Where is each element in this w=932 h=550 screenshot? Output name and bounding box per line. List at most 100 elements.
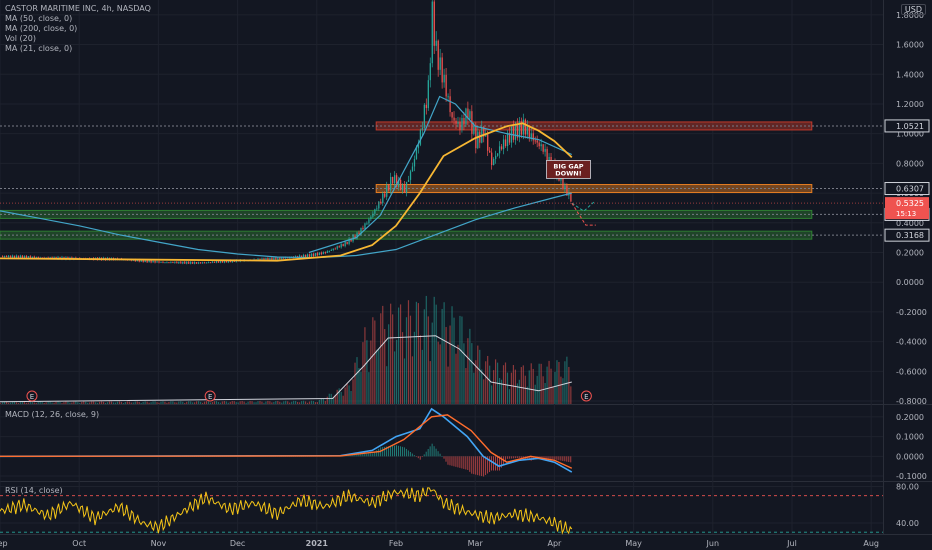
candle-body [453, 117, 455, 121]
volume-bar [443, 302, 445, 404]
volume-bar [318, 399, 320, 404]
macd-histogram-bar [552, 456, 554, 460]
volume-bar [184, 402, 186, 404]
volume-bar [405, 317, 408, 404]
candle-body [207, 262, 210, 264]
macd-histogram-bar [570, 456, 572, 463]
volume-bar [227, 402, 229, 404]
candle-body [496, 153, 499, 156]
macd-histogram-bar [453, 456, 455, 467]
candle-body [524, 119, 526, 135]
volume-bar [253, 402, 255, 404]
volume-bar [146, 401, 148, 404]
candle-body [423, 104, 426, 128]
volume-bar [295, 400, 297, 404]
candle-body [186, 261, 188, 264]
macd-histogram-bar [506, 456, 508, 459]
candle-body [534, 140, 536, 142]
candle-body [439, 57, 441, 70]
volume-bar [439, 344, 441, 404]
volume-bar [461, 316, 463, 404]
candle-body [174, 261, 176, 263]
volume-bar [382, 305, 384, 404]
macd-histogram-bar [479, 456, 481, 476]
volume-bar [211, 402, 214, 404]
volume-bar [540, 363, 542, 404]
volume-bar [372, 317, 374, 404]
volume-bar [360, 371, 362, 404]
volume-bar [15, 402, 18, 404]
price-axis-tick-label: 0.2000 [896, 249, 924, 258]
last-price-label: 0.5325 [896, 199, 924, 208]
candle-body [320, 252, 323, 255]
candle-body [530, 133, 532, 138]
volume-bar [112, 402, 115, 404]
volume-bar [489, 365, 491, 404]
currency-tag[interactable]: USD [900, 4, 926, 15]
volume-bar [164, 401, 166, 404]
volume-bar [293, 400, 295, 404]
volume-bar [298, 402, 301, 404]
candle-body [304, 254, 307, 258]
volume-bar [170, 401, 172, 404]
volume-bar [65, 401, 67, 404]
volume-bar [493, 370, 495, 404]
ma21-line [308, 95, 573, 254]
candle-body [455, 120, 457, 124]
volume-bar [0, 403, 2, 404]
candle-body [376, 208, 378, 210]
price-axis-tick-label: 1.2000 [896, 100, 924, 109]
volume-bar [435, 304, 437, 404]
macd-histogram-bar [415, 456, 417, 457]
volume-bar [243, 401, 245, 404]
volume-bar [108, 401, 111, 404]
volume-bar [128, 401, 130, 404]
volume-bar [97, 402, 99, 404]
volume-bar [453, 317, 455, 404]
volume-bar [285, 400, 287, 404]
candle-body [211, 261, 214, 263]
macd-histogram-bar [483, 456, 485, 477]
legend-symbol: CASTOR MARITIME INC, 4h, NASDAQ [5, 4, 151, 13]
candle-body [461, 118, 463, 130]
macd-histogram-bar [473, 456, 475, 475]
volume-bar [91, 401, 93, 404]
macd-histogram-bar [411, 453, 413, 457]
candle-body [273, 257, 275, 260]
macd-histogram-bar [392, 445, 394, 457]
macd-histogram-bar [397, 445, 399, 457]
candle-body [512, 126, 515, 140]
volume-bar [116, 401, 119, 404]
volume-bar [570, 386, 572, 404]
volume-bar [491, 385, 493, 404]
volume-bar [201, 402, 204, 404]
chart-canvas[interactable]: 1.80001.60001.40001.20001.00000.80000.60… [0, 0, 932, 550]
volume-bar [198, 401, 200, 404]
candle-body [338, 246, 340, 248]
volume-bar [530, 363, 532, 404]
candle-body [419, 129, 422, 145]
volume-bar [562, 378, 564, 404]
volume-bar [5, 401, 8, 404]
volume-bar [518, 379, 520, 404]
volume-bar [297, 401, 299, 404]
volume-bar [114, 402, 117, 404]
candle-body [346, 241, 348, 245]
volume-bar [289, 402, 291, 404]
volume-bar [310, 400, 313, 404]
x-tick-label: Mar [468, 539, 484, 548]
macd-histogram-bar [431, 443, 433, 457]
volume-bar [186, 401, 188, 404]
macd-histogram-bar [358, 454, 360, 457]
x-tick-label: Jun [706, 539, 720, 548]
macd-axis-tick-label: 0.0000 [896, 452, 924, 461]
candle-body [154, 260, 156, 263]
volume-bar [267, 400, 269, 404]
volume-bar [257, 401, 259, 404]
volume-bar [174, 402, 176, 404]
volume-bar [124, 401, 126, 404]
candle-body [196, 262, 198, 264]
volume-bar [61, 403, 63, 404]
macd-histogram-bar [546, 456, 548, 459]
candle-body [489, 150, 491, 153]
